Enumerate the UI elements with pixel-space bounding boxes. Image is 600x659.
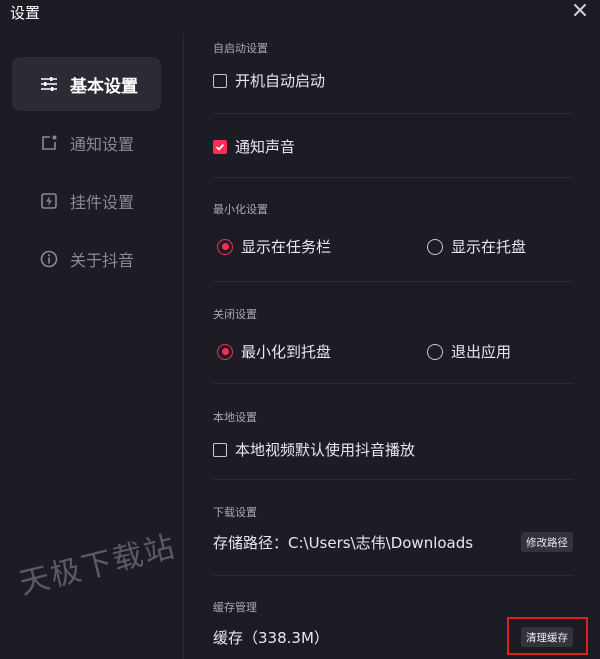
sidebar-item-label: 挂件设置 bbox=[70, 193, 135, 212]
boot-start-checkbox[interactable] bbox=[213, 73, 227, 88]
section-label-autostart: 自启动设置 bbox=[213, 42, 268, 55]
sidebar-item-label: 基本设置 bbox=[70, 76, 138, 97]
close-to-tray-label: 最小化到托盘 bbox=[241, 343, 332, 361]
sidebar-item-widget[interactable]: 挂件设置 bbox=[12, 174, 161, 228]
divider bbox=[213, 575, 573, 576]
sidebar-item-label: 通知设置 bbox=[70, 135, 135, 154]
sidebar-item-notification[interactable]: 通知设置 bbox=[12, 116, 161, 170]
sidebar-item-about[interactable]: 关于抖音 bbox=[12, 232, 161, 286]
minimize-taskbar-option[interactable]: 显示在任务栏 bbox=[217, 236, 331, 257]
close-exit-label: 退出应用 bbox=[451, 343, 512, 361]
close-button[interactable] bbox=[570, 0, 590, 20]
divider bbox=[213, 177, 573, 178]
title-bar: 设置 bbox=[0, 0, 600, 34]
close-exit-radio[interactable] bbox=[427, 343, 443, 360]
boot-start-option[interactable]: 开机自动启动 bbox=[213, 70, 325, 91]
divider bbox=[213, 113, 573, 114]
section-label-close: 关闭设置 bbox=[213, 308, 257, 321]
minimize-tray-radio[interactable] bbox=[427, 238, 443, 255]
close-to-tray-option[interactable]: 最小化到托盘 bbox=[217, 341, 331, 362]
sliders-icon bbox=[38, 73, 60, 95]
section-label-minimize: 最小化设置 bbox=[213, 203, 268, 216]
window-title: 设置 bbox=[10, 4, 41, 22]
notify-sound-checkbox[interactable] bbox=[213, 139, 227, 154]
minimize-tray-label: 显示在托盘 bbox=[451, 238, 527, 256]
sidebar-item-basic[interactable]: 基本设置 bbox=[12, 57, 161, 111]
sidebar-item-label: 关于抖音 bbox=[70, 251, 135, 270]
section-label-download: 下载设置 bbox=[213, 506, 257, 519]
divider bbox=[213, 383, 573, 384]
section-label-cache: 缓存管理 bbox=[213, 601, 257, 614]
section-label-local: 本地设置 bbox=[213, 411, 257, 424]
boot-start-label: 开机自动启动 bbox=[235, 72, 326, 90]
close-icon bbox=[574, 4, 586, 16]
minimize-taskbar-label: 显示在任务栏 bbox=[241, 238, 332, 256]
close-exit-option[interactable]: 退出应用 bbox=[427, 341, 511, 362]
download-path: 存储路径：C:\Users\志伟\Downloads bbox=[213, 534, 474, 552]
cache-size: 缓存（338.3M） bbox=[213, 629, 329, 647]
change-path-button[interactable]: 修改路径 bbox=[521, 532, 573, 552]
highlight-box bbox=[507, 617, 588, 655]
divider bbox=[213, 479, 573, 480]
minimize-taskbar-radio[interactable] bbox=[217, 238, 233, 255]
notify-sound-label: 通知声音 bbox=[235, 138, 296, 156]
info-icon bbox=[38, 248, 60, 270]
widget-icon bbox=[38, 190, 60, 212]
default-player-option[interactable]: 本地视频默认使用抖音播放 bbox=[213, 439, 415, 460]
divider bbox=[213, 281, 573, 282]
default-player-checkbox[interactable] bbox=[213, 442, 227, 457]
notify-sound-option[interactable]: 通知声音 bbox=[213, 136, 295, 157]
close-to-tray-radio[interactable] bbox=[217, 343, 233, 360]
notification-icon bbox=[38, 132, 60, 154]
default-player-label: 本地视频默认使用抖音播放 bbox=[235, 441, 416, 459]
checkmark-icon bbox=[215, 143, 225, 151]
settings-content: 自启动设置 开机自动启动 通知声音 最小化设置 显示在任务栏 显示在托盘 关闭设… bbox=[185, 34, 600, 659]
minimize-tray-option[interactable]: 显示在托盘 bbox=[427, 236, 526, 257]
